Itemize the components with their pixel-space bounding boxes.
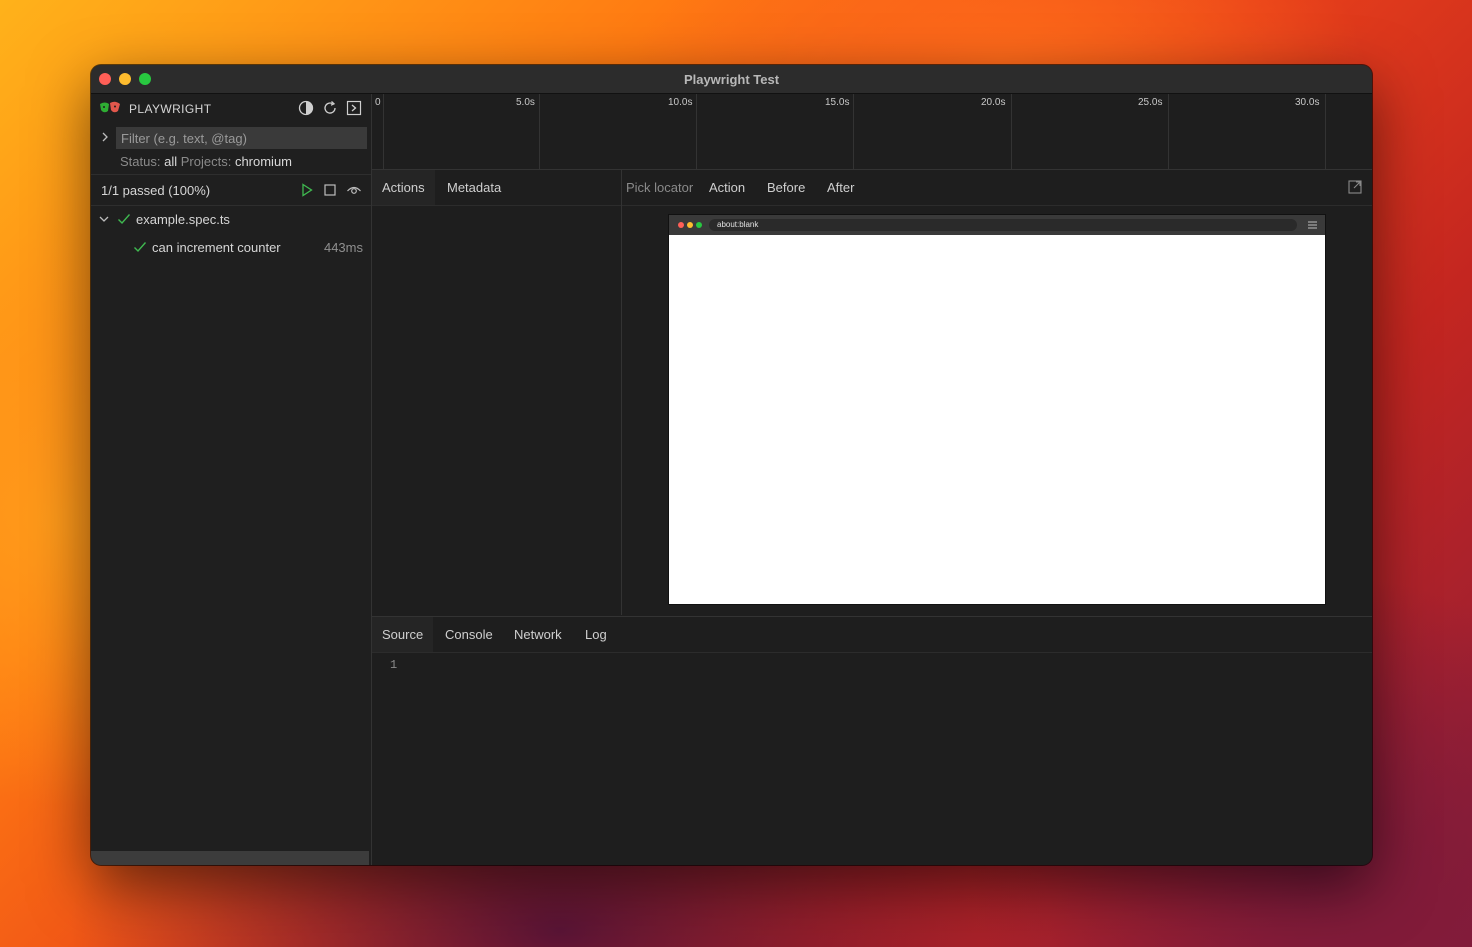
timeline-tick-label: 5.0s bbox=[516, 97, 535, 108]
timeline-divider bbox=[1011, 94, 1012, 169]
tab-action[interactable]: Action bbox=[709, 180, 745, 195]
timeline-divider bbox=[1325, 94, 1326, 169]
timeline-tick-label: 25.0s bbox=[1138, 97, 1163, 108]
run-icon[interactable] bbox=[299, 182, 315, 198]
snapshot-browser-bar: about:blank bbox=[669, 215, 1325, 235]
tree-item-file[interactable]: example.spec.ts bbox=[91, 207, 371, 231]
bottom-tabbar: Source Console Network Log bbox=[372, 617, 1372, 653]
tree-item-label: example.spec.ts bbox=[136, 212, 230, 227]
timeline-tick-label: 10.0s bbox=[668, 97, 693, 108]
reload-icon[interactable] bbox=[322, 100, 338, 116]
horizontal-scrollbar[interactable] bbox=[91, 851, 369, 865]
timeline-divider bbox=[853, 94, 854, 169]
popout-icon[interactable] bbox=[1348, 180, 1362, 194]
timeline-tick-label: 30.0s bbox=[1295, 97, 1320, 108]
tab-log[interactable]: Log bbox=[585, 627, 607, 642]
status-value[interactable]: all bbox=[164, 154, 177, 169]
summary-row: 1/1 passed (100%) bbox=[91, 178, 371, 202]
filter-row bbox=[91, 127, 371, 149]
bottom-panel: Source Console Network Log 1 bbox=[372, 616, 1372, 865]
filter-input[interactable] bbox=[116, 127, 367, 149]
timeline-tick-label: 0 bbox=[375, 97, 381, 108]
tab-console[interactable]: Console bbox=[445, 627, 493, 642]
stop-icon[interactable] bbox=[322, 182, 338, 198]
tab-actions[interactable]: Actions bbox=[372, 170, 435, 205]
divider bbox=[91, 205, 371, 206]
tab-source[interactable]: Source bbox=[372, 617, 434, 652]
watch-icon[interactable] bbox=[346, 182, 362, 198]
snapshot-url: about:blank bbox=[709, 219, 1297, 231]
terminal-icon[interactable] bbox=[346, 100, 362, 116]
check-icon bbox=[134, 242, 147, 253]
check-icon bbox=[118, 214, 131, 225]
chevron-right-icon[interactable] bbox=[100, 131, 110, 143]
tree-item-test[interactable]: can increment counter 443ms bbox=[91, 235, 371, 259]
browser-maximize-dot bbox=[696, 222, 702, 228]
browser-minimize-dot bbox=[687, 222, 693, 228]
test-duration: 443ms bbox=[323, 240, 363, 255]
timeline-divider bbox=[696, 94, 697, 169]
summary-label: 1/1 passed (100%) bbox=[101, 183, 211, 198]
status-line: Status: all Projects: chromium bbox=[120, 154, 292, 169]
timeline-divider bbox=[1168, 94, 1169, 169]
app-window: Playwright Test PLAYWRIGHT Sta bbox=[91, 65, 1372, 865]
divider bbox=[91, 174, 371, 175]
timeline-divider bbox=[383, 94, 384, 169]
source-line-number: 1 bbox=[390, 658, 398, 672]
snapshot-tabbar: Pick locator Action Before After bbox=[622, 170, 1372, 206]
window-title: Playwright Test bbox=[683, 72, 780, 87]
status-label: Status: bbox=[120, 154, 161, 169]
theme-toggle-icon[interactable] bbox=[298, 100, 314, 116]
snapshot-panel: Pick locator Action Before After about:b… bbox=[622, 170, 1372, 615]
tab-before[interactable]: Before bbox=[767, 180, 805, 195]
snapshot-browser-frame[interactable]: about:blank bbox=[669, 215, 1325, 604]
actions-panel: Actions Metadata bbox=[372, 170, 622, 615]
tree-item-label: can increment counter bbox=[152, 240, 281, 255]
timeline-divider bbox=[539, 94, 540, 169]
sidebar: PLAYWRIGHT Status: all Projects: chromiu… bbox=[91, 94, 372, 865]
timeline-tick-label: 15.0s bbox=[825, 97, 850, 108]
title-bar: Playwright Test bbox=[91, 65, 1372, 94]
timeline[interactable]: 0 5.0s 10.0s 15.0s 20.0s 25.0s 30.0s bbox=[372, 94, 1372, 170]
chevron-down-icon[interactable] bbox=[98, 214, 110, 224]
hamburger-menu-icon bbox=[1308, 221, 1317, 229]
projects-label: Projects: bbox=[180, 154, 232, 169]
tab-after[interactable]: After bbox=[827, 180, 854, 195]
browser-close-dot bbox=[678, 222, 684, 228]
brand-label: PLAYWRIGHT bbox=[129, 102, 212, 116]
pick-locator-button[interactable]: Pick locator bbox=[626, 180, 693, 195]
tab-metadata[interactable]: Metadata bbox=[447, 180, 501, 195]
timeline-tick-label: 20.0s bbox=[981, 97, 1006, 108]
tab-network[interactable]: Network bbox=[514, 627, 562, 642]
playwright-logo-icon bbox=[100, 101, 120, 113]
projects-value[interactable]: chromium bbox=[235, 154, 292, 169]
actions-tabbar: Actions Metadata bbox=[372, 170, 621, 206]
